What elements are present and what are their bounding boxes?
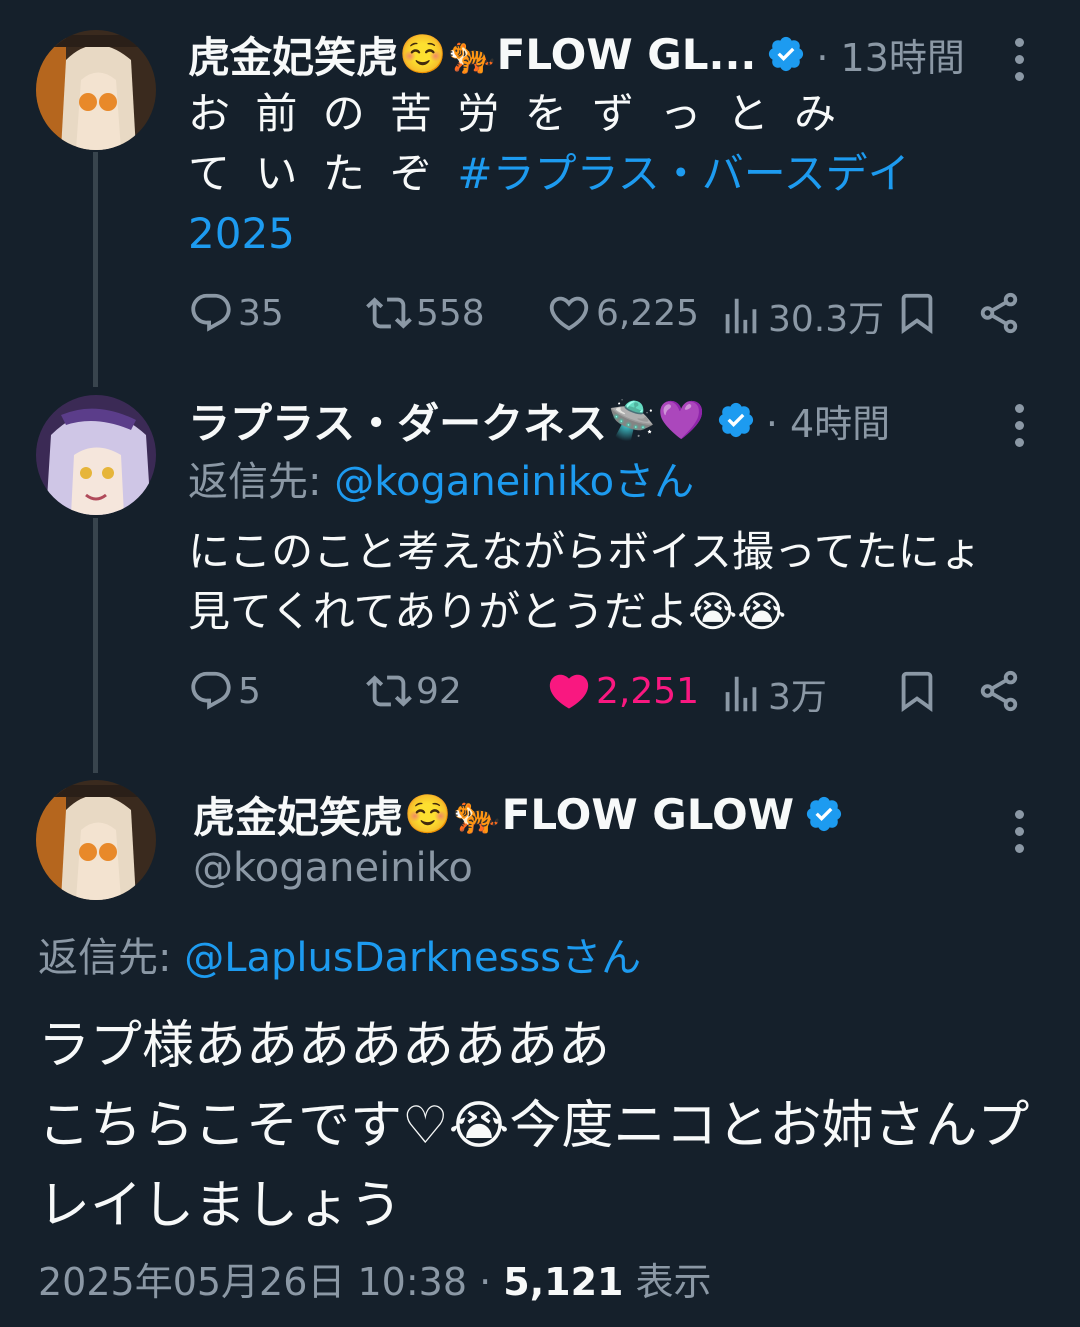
share-button[interactable] xyxy=(976,290,1026,336)
tweet2-reply-line: 返信先: @koganeinikoさん xyxy=(188,452,694,512)
thread-line-1 xyxy=(93,152,98,387)
reply-icon xyxy=(191,293,231,332)
verified-badge-icon xyxy=(716,400,756,440)
share-icon xyxy=(980,670,1018,712)
tweet2-time[interactable]: · 4時間 xyxy=(766,393,890,448)
tweet3-name-suffix[interactable]: FLOW GLOW xyxy=(502,790,794,839)
like-count: 2,251 xyxy=(596,670,700,712)
tweet1-text-line2: て い た ぞ xyxy=(188,149,439,198)
tiger-emoji: 🐅 xyxy=(453,791,501,836)
retweet-count: 92 xyxy=(416,670,462,712)
tweet1-name-suffix[interactable]: FLOW GL... xyxy=(497,30,757,79)
tweet3-views-label: 表示 xyxy=(623,1260,712,1304)
retweet-icon xyxy=(366,675,412,707)
reply-count: 5 xyxy=(238,670,261,712)
tweet1-more-icon[interactable] xyxy=(1015,38,1025,89)
tweet1-time[interactable]: · 13時間 xyxy=(816,27,965,82)
retweet-button[interactable]: 558 xyxy=(366,290,485,336)
thread-line-2 xyxy=(93,518,98,773)
tweet3-text-line1: ラプ様ああああああああ xyxy=(38,1016,611,1076)
tweet2-reply-prefix: 返信先: xyxy=(188,459,335,505)
reply-button[interactable]: 35 xyxy=(188,290,284,336)
share-icon xyxy=(980,292,1018,334)
tweet3-text: ラプ様ああああああああ こちらこそです♡😭今度ニコとお姉さんプ レイしましょう xyxy=(38,1006,1048,1246)
heart-icon xyxy=(549,296,589,331)
tweet2-actions: 5 92 2,251 3万 xyxy=(188,668,1028,718)
tweet3-text-line2: こちらこそです♡😭今度ニコとお姉さんプ xyxy=(38,1096,1030,1156)
tweet3-reply-prefix: 返信先: xyxy=(38,935,185,981)
verified-badge-icon xyxy=(766,34,806,74)
bookmark-button[interactable] xyxy=(894,290,944,336)
tiger-emoji: 🐅 xyxy=(448,31,496,76)
like-button[interactable]: 6,225 xyxy=(546,290,699,336)
tweet3-views-count: 5,121 xyxy=(503,1260,624,1304)
avatar-koganeiniko[interactable] xyxy=(36,30,156,150)
retweet-count: 558 xyxy=(416,292,485,334)
tweet1-text-line1: お 前 の 苦 労 を ず っ と み xyxy=(188,89,843,138)
tweet2-more-icon[interactable] xyxy=(1015,404,1025,455)
reply-count: 35 xyxy=(238,292,284,334)
like-count: 6,225 xyxy=(596,292,700,334)
tweet2-display-name[interactable]: ラプラス・ダークネス xyxy=(188,390,607,451)
tweet1-text: お 前 の 苦 労 を ず っ と み て い た ぞ #ラプラス・バースデイ … xyxy=(188,84,1028,264)
views-button[interactable]: 3万 xyxy=(718,668,827,720)
tweet1-text-line2-wrap: て い た ぞ #ラプラス・バースデイ xyxy=(188,144,1028,204)
tweet2-reply-to[interactable]: @koganeinikoさん xyxy=(334,459,694,505)
tweet3-more-icon[interactable] xyxy=(1015,810,1025,861)
tweet3-meta-line: 2025年05月26日 10:38 · 5,121 表示 xyxy=(38,1252,712,1312)
tweet3-handle[interactable]: @koganeiniko xyxy=(193,838,473,898)
tweet1-header: 虎金妃笑虎 ☺️ 🐅 FLOW GL... · 13時間 xyxy=(188,26,965,82)
views-button[interactable]: 30.3万 xyxy=(718,290,884,342)
tweet1-display-name[interactable]: 虎金妃笑虎 xyxy=(188,24,398,85)
retweet-button[interactable]: 92 xyxy=(366,668,462,714)
views-count: 3万 xyxy=(768,677,827,718)
tweet3-header: 虎金妃笑虎 ☺️ 🐅 FLOW GLOW xyxy=(193,786,844,842)
tweet1-hashtag-line2[interactable]: 2025 xyxy=(188,204,1028,264)
tweet2-header: ラプラス・ダークネス 🛸 💜 · 4時間 xyxy=(188,392,890,448)
avatar-laplus[interactable] xyxy=(36,395,156,515)
tweet3-reply-to[interactable]: @LaplusDarknesssさん xyxy=(184,935,641,981)
retweet-icon xyxy=(366,297,412,329)
views-count: 30.3万 xyxy=(768,299,885,340)
heart-filled-icon xyxy=(549,674,589,709)
tweet3-reply-line: 返信先: @LaplusDarknesssさん xyxy=(38,928,641,988)
smile-emoji: ☺️ xyxy=(399,31,447,76)
tweet1-hashtag[interactable]: #ラプラス・バースデイ xyxy=(457,149,909,198)
views-icon xyxy=(725,676,757,712)
ufo-emoji: 🛸 xyxy=(608,397,656,442)
like-button[interactable]: 2,251 xyxy=(546,668,699,714)
tweet3-text-line3: レイしましょう xyxy=(38,1176,403,1236)
reply-button[interactable]: 5 xyxy=(188,668,261,714)
tweet2-text-line1: にこのこと考えながらボイス撮ってたにょ xyxy=(188,527,982,576)
tweet3-display-name[interactable]: 虎金妃笑虎 xyxy=(193,784,403,845)
tweet2-text-line2: 見てくれてありがとうだよ😭😭 xyxy=(188,587,787,636)
smile-emoji: ☺️ xyxy=(404,791,452,836)
share-button[interactable] xyxy=(976,668,1026,714)
verified-badge-icon xyxy=(804,794,844,834)
tweet2-text: にこのこと考えながらボイス撮ってたにょ 見てくれてありがとうだよ😭😭 xyxy=(188,522,1028,642)
avatar-koganeiniko[interactable] xyxy=(36,780,156,900)
reply-icon xyxy=(191,671,231,710)
purple-heart-emoji: 💜 xyxy=(657,397,705,442)
tweet3-timestamp[interactable]: 2025年05月26日 10:38 · xyxy=(38,1260,503,1304)
tweet1-actions: 35 558 6,225 30.3万 xyxy=(188,290,1028,340)
views-icon xyxy=(725,298,757,334)
bookmark-button[interactable] xyxy=(894,668,944,714)
bookmark-icon xyxy=(901,671,933,712)
bookmark-icon xyxy=(901,293,933,334)
